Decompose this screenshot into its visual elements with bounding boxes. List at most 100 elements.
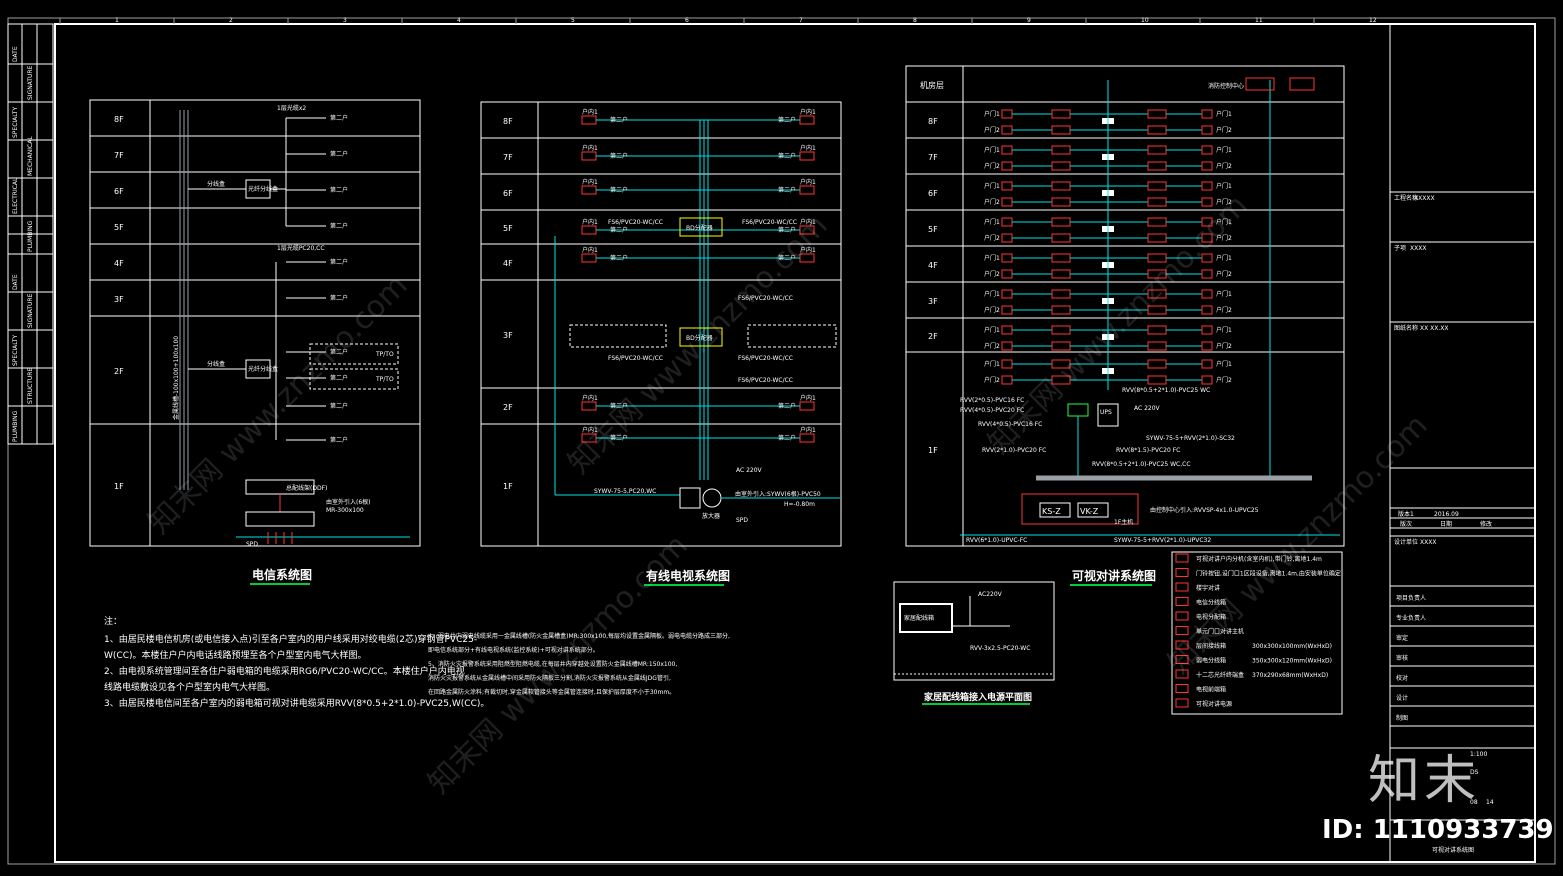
intercom-rvv5: RVV(2*1.0)-PVC20 FC bbox=[982, 447, 1046, 454]
legend-text: 电视前端箱 bbox=[1196, 686, 1226, 694]
catv-tenant: 第二户 bbox=[610, 186, 628, 194]
intercom-vkz: VK-Z bbox=[1080, 507, 1099, 516]
grid-mark: 3 bbox=[343, 17, 347, 24]
grid-mark: 1 bbox=[115, 17, 119, 24]
notes-column-1: 1、由居民楼电信机房(或电信接入点)引至各户室内的用户线采用对绞电缆(2芯)穿钢… bbox=[104, 633, 489, 709]
catv-bd3: BD分配器 bbox=[686, 334, 713, 342]
telecom-floor-label: 3F bbox=[114, 295, 124, 304]
grid-mark: 11 bbox=[1255, 17, 1263, 24]
grid-mark: 6 bbox=[685, 17, 689, 24]
catv-floor-label: 8F bbox=[503, 117, 513, 126]
catv-r5r: FS6/PVC20-WC/CC bbox=[742, 219, 797, 226]
telecom-tenant: 第二户 bbox=[330, 150, 348, 158]
intercom-unit: 户门1 bbox=[984, 326, 1000, 334]
catv-floor-label: 6F bbox=[503, 189, 513, 198]
telecom-diagram: 8F 7F 6F 5F 4F 3F 2F 1F 金属线槽-100x100+100x100 光纤… bbox=[89, 99, 421, 548]
document-id: ID: 1110933739 bbox=[1322, 815, 1554, 845]
cad-drawing-canvas: 1 2 3 4 5 6 7 8 9 10 11 12 DATE SIGNATURE SPECIALTY ME… bbox=[0, 0, 1563, 872]
intercom-ac: AC 220V bbox=[1134, 405, 1161, 412]
strip-cell: SIGNATURE bbox=[27, 65, 34, 100]
legend-text: 十二芯光纤终端盒 bbox=[1196, 671, 1244, 679]
grid-mark: 9 bbox=[1027, 17, 1031, 24]
intercom-unit: 户门2 bbox=[984, 342, 1000, 350]
legend-dim: 350x300x120mm(WxHxD) bbox=[1252, 658, 1332, 665]
intercom-unit-right: 户门2 bbox=[1216, 306, 1232, 314]
intercom-unit-right: 户门1 bbox=[1216, 254, 1232, 262]
catv-title: 有线电视系统图 bbox=[646, 568, 730, 583]
legend-text: 弱电分线箱 bbox=[1196, 657, 1226, 665]
telecom-tenant: 第二户 bbox=[330, 258, 348, 266]
strip-cell: PLUMBING bbox=[27, 220, 34, 252]
drawing-border bbox=[54, 23, 1536, 863]
catv-diagram: 8F7F6F5F4F3F2F1F 户内1第二户户内1第二户户内1第二户户内1第二… bbox=[480, 101, 842, 547]
intercom-unit: 户门2 bbox=[984, 270, 1000, 278]
strip-cell: ELECTRICAL bbox=[12, 177, 19, 214]
intercom-floor-label: 1F bbox=[928, 446, 938, 455]
tb-sub-label: 子项 bbox=[1394, 245, 1406, 252]
strip-cell: PLUMBING bbox=[12, 410, 19, 442]
intercom-floor-label: 4F bbox=[928, 261, 938, 270]
tb-drawing-label: 图纸名称 bbox=[1394, 324, 1418, 332]
catv-floor-label: 3F bbox=[503, 331, 513, 340]
note-line: 5、消防火灾报警系统采用阻燃型阻燃电缆,在每层井内穿越处设置防火金属线槽MR:1… bbox=[428, 660, 677, 668]
catv-tenant: 第二户 bbox=[610, 226, 628, 234]
catv-tenant: 第二户 bbox=[778, 434, 796, 442]
intercom-unit: 户门2 bbox=[984, 126, 1000, 134]
legend-dim: 300x300x100mm(WxHxD) bbox=[1252, 643, 1332, 650]
title-block: 工程名称 XXXXX 子项 XXXX 图纸名称 XX XX.XX 版本1 201… bbox=[1389, 24, 1535, 862]
panel-plan-ac: AC220V bbox=[978, 591, 1003, 598]
tb-sheet: XXXX bbox=[1420, 539, 1436, 546]
catv-tenant: 第二户 bbox=[610, 434, 628, 442]
catv-floor-label: 7F bbox=[503, 153, 513, 162]
telecom-ddf: 总配线架(DDF) bbox=[286, 484, 327, 492]
intercom-diagram: 机房层 8F 7F 6F 5F 4F 3F 2F 1F 户门1 户门1 户门2 户门2 户门1 户门1 户门… bbox=[905, 65, 1345, 547]
catv-tenant: 第二户 bbox=[610, 254, 628, 262]
grid-mark: 4 bbox=[457, 17, 461, 24]
intercom-unit-right: 户门2 bbox=[1216, 126, 1232, 134]
catv-outlet: 户内1 bbox=[800, 246, 816, 254]
strip-cell: SIGNATURE bbox=[27, 293, 34, 328]
intercom-machine: 消防控制中心 bbox=[1208, 82, 1244, 90]
catv-outlet: 户内1 bbox=[800, 144, 816, 152]
note-line: 3、由居民楼电信间至各户室内的弱电箱可视对讲电缆采用RVV(8*0.5+2*1.… bbox=[104, 697, 489, 709]
tb-field: 专业负责人 bbox=[1396, 614, 1426, 622]
catv-outlet: 户内1 bbox=[582, 144, 598, 152]
intercom-unit-right: 户门1 bbox=[1216, 182, 1232, 190]
telecom-floor-label: 7F bbox=[114, 151, 124, 160]
intercom-unit: 户门2 bbox=[984, 376, 1000, 384]
telecom-floor-label: 1F bbox=[114, 482, 124, 491]
tb-field: 项目负责人 bbox=[1396, 594, 1426, 602]
intercom-unit-right: 户门1 bbox=[1216, 110, 1232, 118]
catv-depth: H=-0.80m bbox=[784, 501, 815, 508]
legend-text: 电信分线箱 bbox=[1196, 599, 1226, 607]
intercom-unit-right: 户门1 bbox=[1216, 146, 1232, 154]
strip-cell: SPECIALTY bbox=[12, 107, 19, 138]
tb-row-1: 日期 bbox=[1440, 520, 1452, 528]
intercom-unit: 户门1 bbox=[984, 182, 1000, 190]
note-line: 即电信系统部分+有线电视系统(监控系统)+可视对讲系统部分。 bbox=[428, 646, 599, 654]
catv-tenant: 第二户 bbox=[610, 152, 628, 160]
legend-text: 可视对讲电源 bbox=[1196, 700, 1232, 708]
intercom-rvv6: RVV(8*0.5+2*1.0)-PVC25 WC,CC bbox=[1092, 461, 1191, 468]
tb-sheet-label: 设计单位 bbox=[1394, 538, 1418, 546]
telecom-port2: TP/TO bbox=[375, 376, 394, 383]
intercom-floor-label: 2F bbox=[928, 332, 938, 341]
legend-text: 单元门口对讲主机 bbox=[1196, 628, 1244, 636]
catv-tenant: 第二户 bbox=[778, 402, 796, 410]
telecom-spd: SPD bbox=[246, 541, 258, 548]
intercom-fl1: 1F主机 bbox=[1114, 518, 1133, 526]
catv-cable2: 由室外引入:SYWV(6根)-PVC50 bbox=[735, 490, 821, 498]
intercom-floor-label: 7F bbox=[928, 153, 938, 162]
catv-outlet: 户内1 bbox=[800, 394, 816, 402]
telecom-tenant: 第二户 bbox=[330, 114, 348, 122]
tb-field: 审定 bbox=[1396, 634, 1408, 642]
tb-rev: 版本1 bbox=[1398, 510, 1414, 518]
catv-outlet: 户内1 bbox=[800, 426, 816, 434]
grid-mark: 10 bbox=[1141, 17, 1149, 24]
tb-row-0: 版次 bbox=[1400, 520, 1412, 528]
intercom-floor-label: 6F bbox=[928, 189, 938, 198]
tb-name: 可视对讲系统图 bbox=[1432, 846, 1474, 854]
catv-floor-label: 4F bbox=[503, 259, 513, 268]
catv-outlet: 户内1 bbox=[582, 108, 598, 116]
telecom-floor-label: 5F bbox=[114, 223, 124, 232]
